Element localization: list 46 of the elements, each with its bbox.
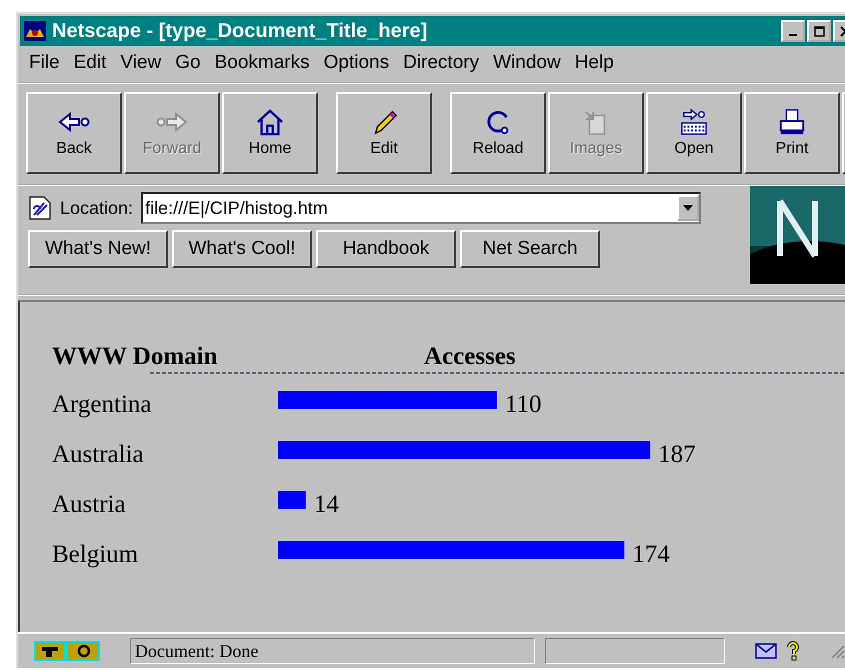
- column-header: Accesses: [424, 343, 516, 370]
- bookmark-icon: [28, 195, 52, 221]
- menu-item[interactable]: File: [22, 52, 67, 74]
- toolbar-button[interactable]: Home: [222, 92, 318, 174]
- dropdown-button[interactable]: [677, 195, 700, 221]
- resize-grip-icon[interactable]: [829, 643, 845, 659]
- value-label: 110: [504, 391, 542, 418]
- directory-button[interactable]: Handbook: [316, 230, 456, 268]
- toolbar-button[interactable]: Print: [744, 92, 840, 174]
- status-text: Document: Done: [134, 640, 258, 662]
- category-label: Austria: [52, 491, 126, 518]
- menu-item[interactable]: View: [113, 52, 168, 74]
- toolbar-button[interactable]: Edit: [336, 92, 432, 174]
- toolbar-button[interactable]: Open: [646, 92, 742, 174]
- caret-icon: [683, 205, 694, 211]
- bar: [278, 491, 306, 509]
- toolbar-button[interactable]: Reload: [450, 92, 546, 174]
- menu-item[interactable]: Help: [568, 52, 621, 74]
- value-label: 14: [314, 491, 339, 518]
- menu-item[interactable]: Window: [486, 52, 568, 74]
- menu-item[interactable]: Edit: [66, 52, 114, 74]
- menu-item[interactable]: Directory: [396, 52, 486, 74]
- directory-button[interactable]: What's Cool!: [172, 230, 312, 268]
- app-icon: [24, 21, 46, 41]
- location-field[interactable]: file:///E|/CIP/histog.htm: [141, 192, 702, 224]
- minimize-button[interactable]: [781, 20, 805, 42]
- maximize-icon: [814, 26, 824, 36]
- window-title: Netscape - [type_Document_Title_here]: [52, 20, 428, 42]
- maximize-button[interactable]: [807, 20, 831, 42]
- security-icon: [34, 641, 100, 661]
- mail-icon: [755, 643, 778, 659]
- question-icon: [787, 641, 800, 661]
- value-label: 174: [632, 541, 670, 568]
- toolbar-button[interactable]: Back: [26, 92, 122, 174]
- value-label: 187: [658, 441, 696, 468]
- directory-button[interactable]: Net Search: [460, 230, 600, 268]
- menu-item[interactable]: Bookmarks: [208, 52, 317, 74]
- menu-item[interactable]: Go: [168, 52, 208, 74]
- category-label: Australia: [52, 441, 144, 468]
- column-header: WWW Domain: [52, 343, 218, 370]
- location-label: Location:: [60, 198, 134, 218]
- category-label: Argentina: [52, 391, 152, 418]
- category-label: Belgium: [52, 541, 138, 568]
- menu-item[interactable]: Options: [316, 52, 396, 74]
- directory-button[interactable]: What's New!: [28, 230, 168, 268]
- minimize-icon: [789, 34, 797, 36]
